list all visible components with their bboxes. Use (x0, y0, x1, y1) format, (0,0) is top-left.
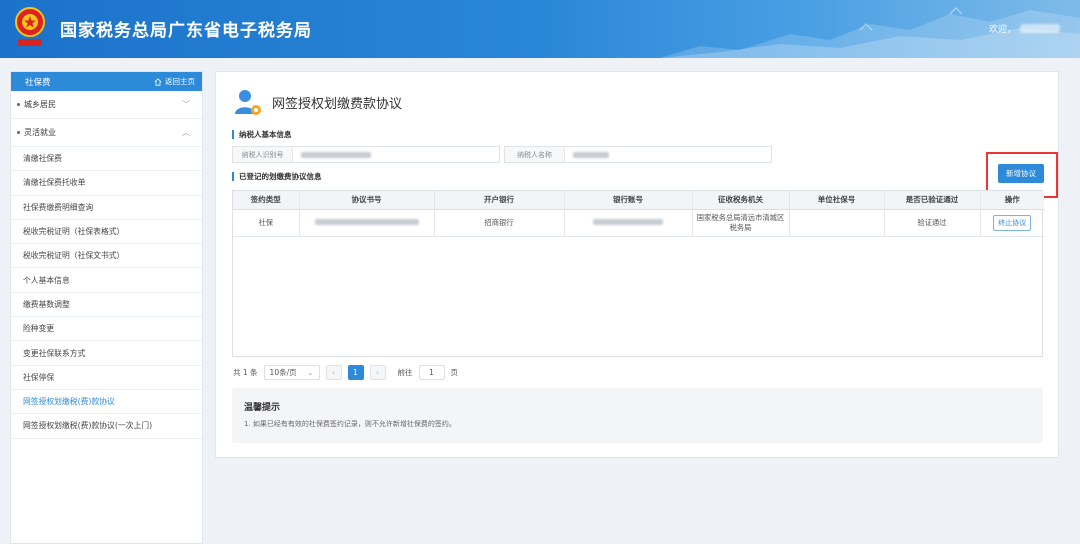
tips-box: 温馨提示 1. 如果已经有有效的社保费签约记录，则不允许新增社保费的签约。 (232, 388, 1043, 443)
taxpayer-id-value (293, 151, 371, 158)
column-header: 开户银行 (434, 191, 565, 210)
sidebar-item[interactable]: 变更社保联系方式 (11, 341, 202, 366)
chevron-down-icon: ⌄ (307, 368, 314, 377)
sidebar-item[interactable]: 个人基本信息 (11, 268, 202, 293)
column-header: 单位社保号 (789, 191, 885, 210)
taxpayer-id-field: 纳税人识别号 (232, 146, 500, 163)
cell-agreement-no (299, 209, 435, 237)
home-icon (154, 77, 162, 86)
sidebar-item[interactable]: 清缴社保费 (11, 147, 202, 172)
cell-verified: 验证通过 (884, 209, 981, 237)
column-header: 协议书号 (299, 191, 435, 210)
goto-prefix: 前往 (397, 368, 413, 377)
cell-unit-no (789, 209, 885, 237)
sidebar-group-label: 城乡居民 (24, 100, 56, 109)
sidebar-item[interactable]: 社保费缴费明细查询 (11, 196, 202, 220)
sidebar-title: 社保费 (25, 77, 51, 88)
terminate-agreement-button[interactable]: 终止协议 (993, 214, 1032, 231)
home-link-label: 返回主页 (165, 77, 195, 86)
cell-action: 终止协议 (980, 209, 1044, 237)
total-count: 共 1 条 (233, 368, 258, 377)
cell-bank: 招商银行 (434, 209, 565, 237)
cell-type: 社保 (233, 209, 300, 237)
page-size-value: 10条/页 (269, 368, 297, 377)
welcome-text: 欢迎， (989, 22, 1060, 35)
sidebar-item[interactable]: 税收完税证明（社保文书式） (11, 244, 202, 269)
next-page-button[interactable]: › (369, 365, 386, 380)
column-header: 操作 (980, 191, 1044, 210)
site-title: 国家税务总局广东省电子税务局 (60, 21, 312, 41)
cell-authority: 国家税务总局清远市清城区税务局 (692, 209, 790, 237)
bullet-icon (17, 131, 20, 134)
sidebar: 社保费 返回主页 城乡居民 ﹀ 灵活就业 ︿ 清缴社保费 清缴社保费托收单 社保… (10, 71, 203, 544)
page-number-current[interactable]: 1 (347, 365, 364, 380)
chevron-up-icon: ︿ (182, 128, 190, 137)
chevron-down-icon: ﹀ (182, 100, 190, 109)
taxpayer-name-field: 纳税人名称 (504, 146, 772, 163)
tips-line: 1. 如果已经有有效的社保费签约记录，则不允许新增社保费的签约。 (244, 420, 456, 428)
goto-suffix: 页 (450, 368, 459, 377)
welcome-label: 欢迎， (988, 25, 1016, 35)
pagination: 共 1 条 10条/页 ⌄ ‹ 1 › 前往 1 页 (233, 365, 458, 380)
sidebar-item[interactable]: 社保停保 (11, 366, 202, 390)
sidebar-item[interactable]: 缴费基数调整 (11, 293, 202, 318)
sidebar-group-rural-residents[interactable]: 城乡居民 ﹀ (11, 91, 202, 119)
goto-page-input[interactable]: 1 (418, 365, 445, 380)
taxpayer-id-label: 纳税人识别号 (233, 147, 293, 162)
sidebar-item[interactable]: 网签授权划缴税(费)款协议(一次上门) (11, 414, 202, 439)
user-settings-icon (235, 90, 261, 115)
section-title-basic-info: 纳税人基本信息 (232, 130, 292, 139)
sidebar-item[interactable]: 险种变更 (11, 317, 202, 342)
sidebar-group-label: 灵活就业 (24, 128, 56, 137)
top-header: 国家税务总局广东省电子税务局 欢迎， (0, 0, 1080, 58)
sidebar-item[interactable]: 税收完税证明（社保表格式） (11, 220, 202, 245)
redacted-username (1020, 24, 1060, 33)
tips-title: 温馨提示 (244, 403, 281, 413)
bullet-icon (17, 103, 20, 106)
column-header: 征收税务机关 (692, 191, 790, 210)
page-size-select[interactable]: 10条/页 ⌄ (263, 365, 320, 380)
agreements-table: 签约类型 协议书号 开户银行 银行账号 征收税务机关 单位社保号 是否已验证通过… (232, 190, 1044, 357)
main-panel: 网签授权划缴费款协议 纳税人基本信息 纳税人识别号 纳税人名称 已登记的划缴费协… (215, 71, 1059, 458)
column-header: 是否已验证通过 (884, 191, 981, 210)
column-header: 银行账号 (564, 191, 693, 210)
page-title: 网签授权划缴费款协议 (272, 96, 403, 112)
taxpayer-name-value (565, 151, 609, 158)
sidebar-item[interactable]: 清缴社保费托收单 (11, 171, 202, 196)
taxpayer-name-label: 纳税人名称 (505, 147, 565, 162)
cell-account-no (564, 209, 693, 237)
tax-emblem-icon (15, 7, 45, 46)
prev-page-button[interactable]: ‹ (325, 365, 342, 380)
section-title-registered-agreements: 已登记的划缴费协议信息 (232, 172, 322, 181)
column-header: 签约类型 (233, 191, 300, 210)
sidebar-group-flexible-employment[interactable]: 灵活就业 ︿ (11, 119, 202, 147)
table-header-row: 签约类型 协议书号 开户银行 银行账号 征收税务机关 单位社保号 是否已验证通过… (233, 191, 1044, 210)
page-header: 网签授权划缴费款协议 (234, 88, 402, 116)
home-link[interactable]: 返回主页 (154, 76, 195, 87)
table-row: 社保 招商银行 国家税务总局清远市清城区税务局 验证通过 终止协议 (233, 209, 1044, 237)
sidebar-header: 社保费 返回主页 (11, 72, 202, 91)
sidebar-item-active[interactable]: 网签授权划缴税(费)款协议 (11, 390, 202, 415)
